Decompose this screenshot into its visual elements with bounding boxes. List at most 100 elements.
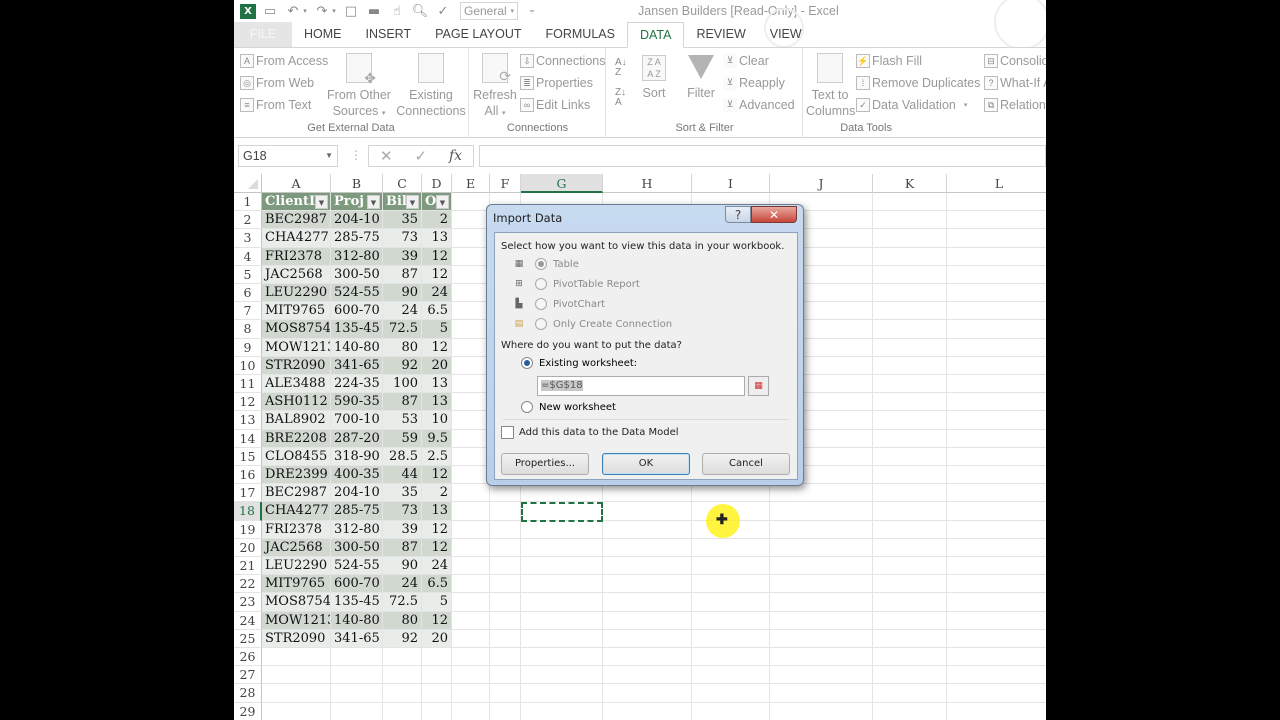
what-if-analysis-button[interactable]: ?What-If Analysis — [984, 73, 1046, 93]
table-cell[interactable]: MOS8754 — [262, 593, 331, 612]
option-pivottable[interactable]: ⊞ PivotTable Report — [513, 278, 640, 290]
table-cell[interactable]: 400-35 — [331, 466, 383, 485]
table-cell[interactable]: 341-65 — [331, 356, 383, 375]
table-cell[interactable]: STR2090 — [262, 356, 331, 375]
row-header-28[interactable]: 28 — [234, 684, 262, 703]
table-cell[interactable]: 6.5 — [422, 302, 452, 321]
row-header-11[interactable]: 11 — [234, 375, 262, 394]
text-to-columns-button[interactable]: Text to Columns — [806, 53, 855, 119]
customize-qat-icon[interactable]: ⩦ — [523, 3, 541, 19]
sort-button[interactable]: Z AA Z Sort — [639, 55, 669, 101]
from-text-button[interactable]: ≡ From Text — [240, 95, 311, 115]
table-cell[interactable]: 600-70 — [331, 575, 383, 594]
row-header-13[interactable]: 13 — [234, 411, 262, 430]
option-new-worksheet[interactable]: New worksheet — [521, 401, 616, 413]
table-cell[interactable]: STR2090 — [262, 629, 331, 648]
filter-button[interactable]: Filter — [683, 55, 719, 101]
option-only-connection[interactable]: ▤ Only Create Connection — [513, 318, 672, 330]
consolidate-button[interactable]: ⊟Consolidate — [984, 51, 1046, 71]
table-cell[interactable]: 80 — [383, 611, 422, 630]
row-header-25[interactable]: 25 — [234, 629, 262, 648]
help-button[interactable]: ? — [725, 206, 751, 223]
formula-bar-grip-icon[interactable]: ⋮ — [350, 148, 362, 162]
filter-dropdown-icon[interactable]: ▼ — [367, 195, 380, 209]
row-header-6[interactable]: 6 — [234, 284, 262, 303]
table-cell[interactable]: CHA4277 — [262, 229, 331, 248]
from-access-button[interactable]: A From Access — [240, 51, 328, 71]
table-cell[interactable]: 10 — [422, 411, 452, 430]
redo-dropdown-icon[interactable]: ▾ — [331, 3, 337, 19]
table-cell[interactable]: 13 — [422, 375, 452, 394]
table-cell[interactable]: 700-10 — [331, 411, 383, 430]
from-other-sources-button[interactable]: ✥ From Other Sources ▾ — [326, 53, 392, 122]
tab-formulas[interactable]: FORMULAS — [534, 22, 627, 47]
row-header-10[interactable]: 10 — [234, 356, 262, 375]
tab-file[interactable]: FILE — [234, 22, 292, 47]
spelling-icon[interactable]: ✓ — [434, 3, 452, 19]
table-cell[interactable]: 44 — [383, 466, 422, 485]
row-header-7[interactable]: 7 — [234, 302, 262, 321]
table-cell[interactable]: MIT9765 — [262, 302, 331, 321]
table-cell[interactable]: 2.5 — [422, 447, 452, 466]
table-cell[interactable]: 28.5 — [383, 447, 422, 466]
row-header-1[interactable]: 1 — [234, 193, 262, 212]
confirm-entry-icon[interactable]: ✓ — [414, 147, 427, 165]
table-cell[interactable]: 135-45 — [331, 320, 383, 339]
table-cell[interactable]: 285-75 — [331, 229, 383, 248]
filter-dropdown-icon[interactable]: ▼ — [436, 195, 449, 209]
table-cell[interactable]: LEU2290 — [262, 284, 331, 303]
table-cell[interactable]: 59 — [383, 429, 422, 448]
number-format-dropdown[interactable]: General ▾ — [460, 2, 518, 20]
column-header-g[interactable]: G — [521, 174, 603, 193]
table-cell[interactable]: 318-90 — [331, 447, 383, 466]
table-cell[interactable]: ALE3488 — [262, 375, 331, 394]
print-preview-icon[interactable]: 🔍︎ — [411, 3, 429, 19]
collapse-dialog-button[interactable]: ▦ — [748, 376, 769, 396]
table-cell[interactable]: 13 — [422, 229, 452, 248]
table-cell[interactable]: 312-80 — [331, 247, 383, 266]
tab-page-layout[interactable]: PAGE LAYOUT — [423, 22, 533, 47]
table-cell[interactable]: JAC2568 — [262, 265, 331, 284]
row-header-18[interactable]: 18 — [234, 502, 262, 521]
table-cell[interactable]: 285-75 — [331, 502, 383, 521]
radio-pivottable[interactable] — [535, 278, 547, 290]
table-cell[interactable]: 92 — [383, 356, 422, 375]
insert-function-icon[interactable]: fx — [449, 148, 462, 164]
table-cell[interactable]: 12 — [422, 265, 452, 284]
option-existing-worksheet[interactable]: Existing worksheet: — [521, 357, 637, 369]
data-validation-button[interactable]: ✓ Data Validation ▾ — [856, 95, 967, 115]
table-cell[interactable]: 24 — [422, 284, 452, 303]
touch-mode-icon[interactable]: ☝ — [388, 3, 406, 19]
table-cell[interactable]: 12 — [422, 247, 452, 266]
row-header-3[interactable]: 3 — [234, 229, 262, 248]
table-cell[interactable]: 204-10 — [331, 211, 383, 230]
table-cell[interactable]: 5 — [422, 593, 452, 612]
remove-duplicates-button[interactable]: ⁞ Remove Duplicates — [856, 73, 980, 93]
table-cell[interactable]: 12 — [422, 538, 452, 557]
table-cell[interactable]: 92 — [383, 629, 422, 648]
table-cell[interactable]: MIT9765 — [262, 575, 331, 594]
table-cell[interactable]: JAC2568 — [262, 538, 331, 557]
table-cell[interactable]: 87 — [383, 265, 422, 284]
save-icon[interactable]: ▭ — [261, 3, 279, 19]
table-cell[interactable]: BRE2208 — [262, 429, 331, 448]
table-cell[interactable]: 9.5 — [422, 429, 452, 448]
table-cell[interactable]: 341-65 — [331, 629, 383, 648]
table-cell[interactable]: 12 — [422, 520, 452, 539]
option-pivotchart[interactable]: ▙ PivotChart — [513, 298, 605, 310]
radio-only-connection[interactable] — [535, 318, 547, 330]
table-cell[interactable]: 287-20 — [331, 429, 383, 448]
name-box[interactable]: G18 ▼ — [238, 145, 338, 167]
column-header-l[interactable]: L — [947, 174, 1046, 193]
row-header-16[interactable]: 16 — [234, 466, 262, 485]
sort-z-to-a-button[interactable]: Z↓ A — [615, 88, 626, 108]
row-header-27[interactable]: 27 — [234, 666, 262, 685]
option-table[interactable]: ▦ Table — [513, 258, 579, 270]
cancel-entry-icon[interactable]: ✕ — [380, 147, 393, 165]
table-cell[interactable]: LEU2290 — [262, 557, 331, 576]
table-cell[interactable]: 135-45 — [331, 593, 383, 612]
select-all-button[interactable] — [234, 174, 262, 193]
table-cell[interactable]: 300-50 — [331, 538, 383, 557]
table-cell[interactable]: 53 — [383, 411, 422, 430]
undo-dropdown-icon[interactable]: ▾ — [302, 3, 308, 19]
